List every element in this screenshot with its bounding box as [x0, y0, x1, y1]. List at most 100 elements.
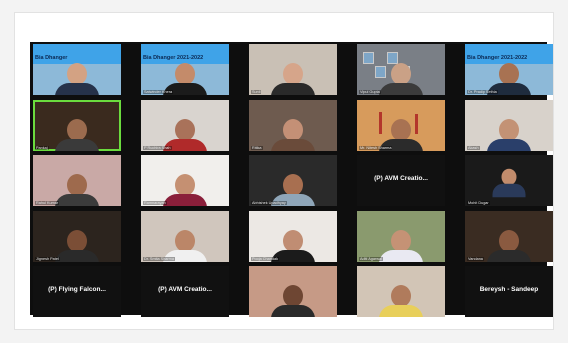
person-body [55, 83, 99, 95]
participant-name: Rahul Kumar [35, 201, 60, 205]
person-head [175, 118, 195, 141]
participant-video [55, 118, 99, 151]
participant-video [487, 118, 531, 151]
participant-tile[interactable]: Pankaj [33, 99, 121, 151]
participant-video [379, 285, 423, 317]
participant-name: Sunil [251, 90, 262, 94]
participant-tile[interactable]: Pooja Chandak [249, 210, 337, 262]
participant-tile[interactable]: (P) AVM Creatio... [357, 155, 445, 206]
participant-name: Vipul Gupta [359, 90, 381, 94]
participant-tile[interactable]: Mr. Nitesh Sharma [357, 99, 445, 151]
person-body [271, 305, 315, 317]
person-body [487, 138, 531, 151]
banner-text: Bia Dhanger 2021-2022 [467, 55, 528, 61]
video-call-grid: Bia Dhanger Bia Dhanger 2021-2022 Satwinde… [30, 42, 553, 317]
person-head [391, 63, 411, 85]
participant-tile[interactable]: Dr. Smita Sharma [141, 210, 229, 262]
person-head [67, 63, 87, 85]
participant-name: Ritika [251, 145, 263, 150]
participant-video [271, 285, 315, 317]
participant-video [492, 168, 526, 198]
participant-tile[interactable]: Abhishek Upadhyay [249, 155, 337, 206]
person-head [391, 118, 411, 141]
person-body [492, 183, 526, 198]
person-body [379, 305, 423, 317]
participant-name: Pankaj [35, 145, 49, 150]
event-banner: Bia Dhanger 2021-2022 [465, 44, 553, 64]
participant-name: Vandana [467, 256, 484, 261]
person-head [175, 229, 195, 252]
participant-name: Jignesh Patel [35, 256, 60, 261]
person-head [283, 174, 303, 196]
event-banner: Bia Dhanger [33, 44, 121, 64]
participant-video [55, 63, 99, 95]
participant-name: Abhishek Upadhyay [251, 201, 287, 205]
participant-video [163, 174, 207, 206]
person-body [271, 138, 315, 151]
participant-tile[interactable]: Jignesh Patel [33, 210, 121, 262]
participant-tile[interactable]: Ritika [249, 99, 337, 151]
person-body [163, 194, 207, 206]
participant-tile[interactable]: Bereysh - Sandeep [465, 266, 553, 317]
participant-tile[interactable]: Ramnarayan [141, 155, 229, 206]
participant-tile[interactable]: (P) AVM Creatio... [141, 266, 229, 317]
participant-video [487, 229, 531, 262]
person-head [67, 174, 87, 196]
participant-video [55, 174, 99, 206]
participant-tile[interactable]: Bia Dhanger [33, 44, 121, 95]
participant-tile[interactable]: Bia Dhanger 2021-2022 Dr. Pradip Sethia [465, 44, 553, 95]
participant-tile[interactable]: P Ruchira Shah [141, 99, 229, 151]
person-body [55, 194, 99, 206]
participant-video [55, 229, 99, 262]
background-frame [363, 52, 374, 64]
participant-name: Dr. Pradip Sethia [467, 90, 498, 94]
participant-video [379, 63, 423, 95]
participant-tile[interactable]: Rahul Kumar [33, 155, 121, 206]
participant-name: P Ruchira Shah [143, 145, 172, 150]
participant-name: Satwinder Khera [143, 90, 174, 94]
participant-tile[interactable]: Bia Dhanger 2021-2022 Satwinder Khera [141, 44, 229, 95]
person-head [283, 285, 303, 307]
participant-name: Mohit Dugar [467, 201, 490, 205]
person-head [283, 229, 303, 252]
person-head [499, 63, 519, 85]
person-body [55, 249, 99, 262]
participant-video [271, 63, 315, 95]
participant-tile[interactable]: Mohit Dugar [465, 155, 553, 206]
person-head [67, 118, 87, 141]
participant-name: Akash [467, 145, 480, 150]
person-head [499, 229, 519, 252]
person-head [391, 285, 411, 307]
person-body [379, 249, 423, 262]
participant-tile[interactable]: Vandana [465, 210, 553, 262]
participant-name-label: Bereysh - Sandeep [479, 286, 539, 293]
person-body [379, 83, 423, 95]
participant-video [271, 118, 315, 151]
participant-tile[interactable]: Aditi Agarwal [357, 210, 445, 262]
participant-name: Dr. Smita Sharma [143, 256, 175, 261]
participant-name: Mr. Nitesh Sharma [359, 145, 393, 150]
participant-tile[interactable] [249, 266, 337, 317]
participant-name: Ramnarayan [143, 201, 167, 205]
event-banner: Bia Dhanger 2021-2022 [141, 44, 229, 64]
participant-tile[interactable]: Sunil [249, 44, 337, 95]
participant-tile[interactable]: Akash [465, 99, 553, 151]
person-head [283, 118, 303, 141]
participant-tile[interactable]: Vipul Gupta [357, 44, 445, 95]
person-head [175, 63, 195, 85]
participant-tile[interactable]: (P) Flying Falcon... [33, 266, 121, 317]
participant-name: Aditi Agarwal [359, 256, 383, 261]
person-head [499, 118, 519, 141]
participant-name-label: (P) AVM Creatio... [158, 286, 212, 293]
person-head [67, 229, 87, 252]
person-body [487, 249, 531, 262]
participant-video [379, 229, 423, 262]
person-body [55, 138, 99, 151]
person-head [283, 63, 303, 85]
person-body [271, 83, 315, 95]
banner-text: Bia Dhanger [35, 55, 68, 61]
person-head [175, 174, 195, 196]
participant-name: Pooja Chandak [251, 256, 279, 261]
participant-tile[interactable] [357, 266, 445, 317]
participant-name-label: (P) AVM Creatio... [374, 175, 428, 182]
